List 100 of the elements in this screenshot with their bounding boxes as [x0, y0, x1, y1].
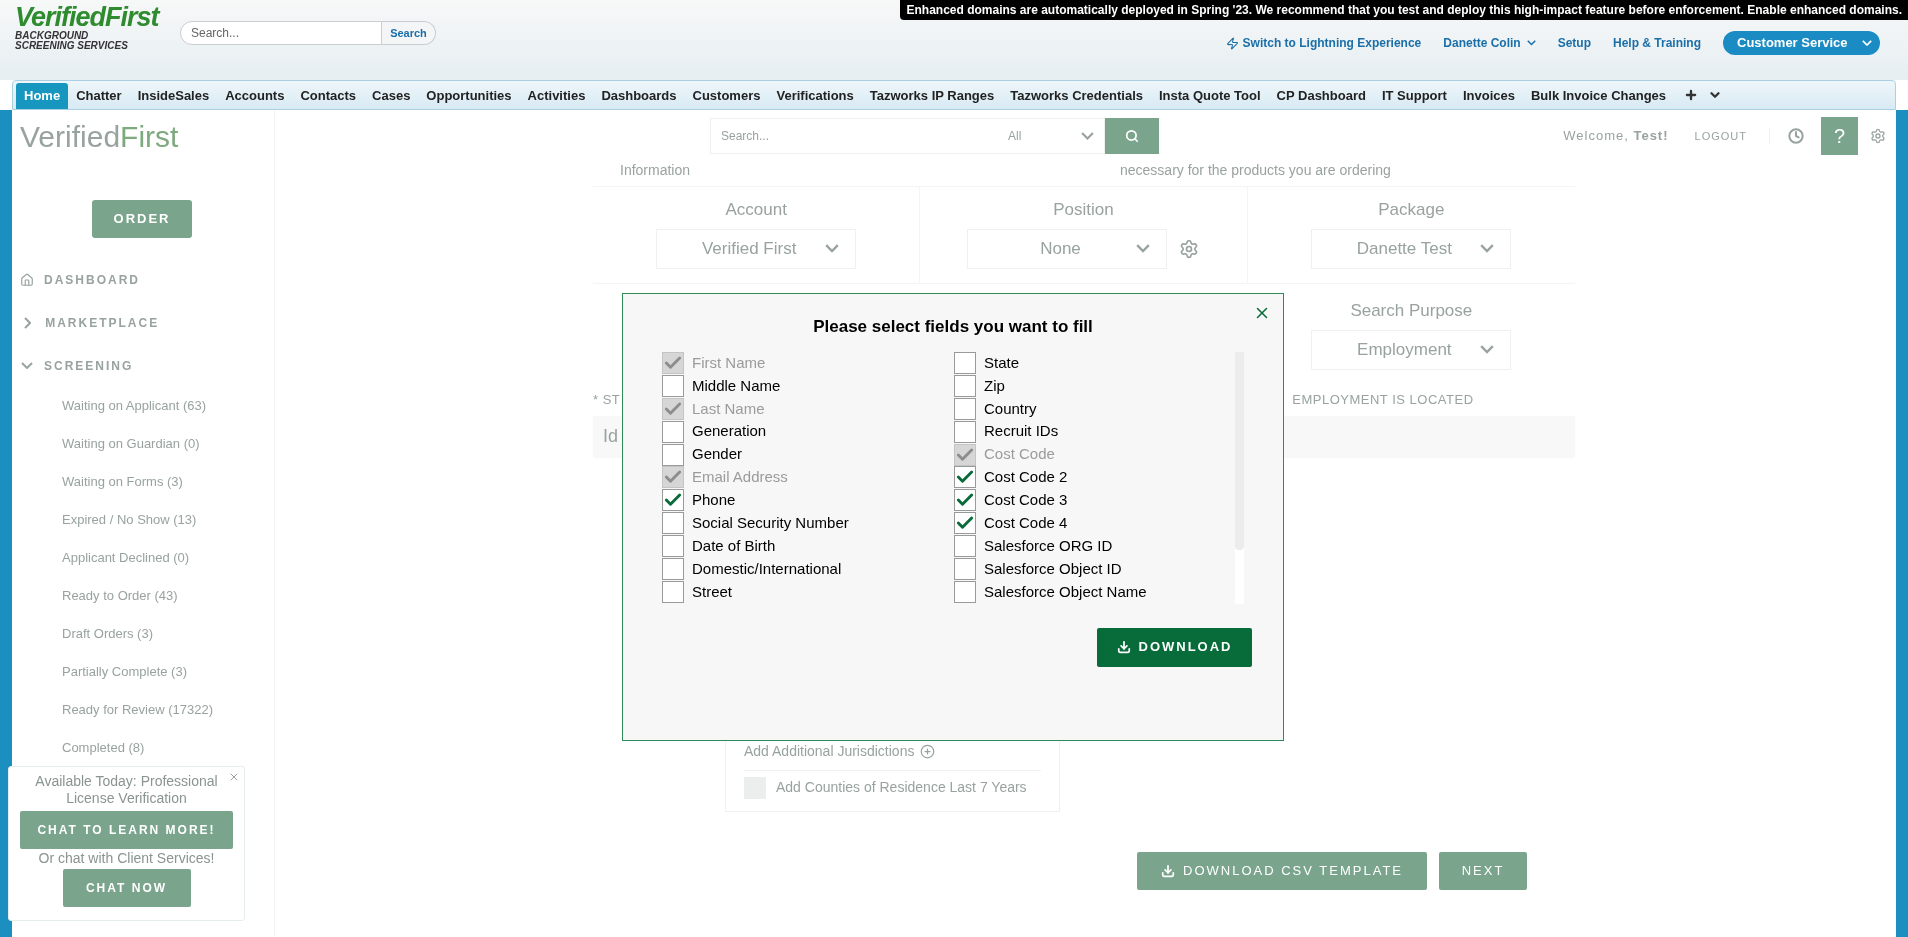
checkbox[interactable] — [662, 374, 684, 397]
checkbox[interactable] — [954, 466, 976, 489]
checkbox[interactable] — [954, 420, 976, 443]
field-label: Position — [1053, 199, 1114, 221]
lightning-link[interactable]: Switch to Lightning Experience — [1225, 34, 1422, 52]
header-link[interactable]: Help & Training — [1613, 34, 1701, 52]
sidebar-subitem[interactable]: Ready for Review (17322) — [12, 691, 274, 729]
sidebar-subitem[interactable]: Ready to Order (43) — [12, 577, 274, 615]
nav-tab[interactable]: Tazworks IP Ranges — [861, 83, 1003, 109]
nav-tab[interactable]: Opportunities — [418, 83, 520, 109]
nav-tab[interactable]: Invoices — [1454, 83, 1523, 109]
checkbox-label: Email Address — [692, 467, 788, 488]
nav-tab[interactable]: Insta Quote Tool — [1151, 83, 1269, 109]
help-button[interactable]: ? — [1821, 117, 1858, 155]
next-button[interactable]: NEXT — [1439, 851, 1527, 890]
checkbox[interactable] — [662, 420, 684, 443]
nav-tab[interactable]: Activities — [519, 83, 594, 109]
checkbox[interactable] — [954, 558, 976, 581]
settings-icon[interactable] — [1870, 128, 1886, 144]
checkbox[interactable] — [954, 397, 976, 420]
download-icon — [1116, 640, 1131, 654]
checkbox-label: Phone — [692, 490, 736, 511]
sidebar-item[interactable]: DASHBOARD — [44, 270, 140, 289]
add-jurisdictions-link[interactable]: Add Additional Jurisdictions — [744, 740, 915, 762]
header-link[interactable]: Setup — [1557, 34, 1591, 52]
chevron-down-icon — [1480, 345, 1495, 354]
notice-banner: Enhanced domains are automatically deployed in Spring '23. We recommend that you test and deploy this high-impact feature before enforcement. Enable enhanced domains. — [900, 0, 1908, 20]
nav-tab[interactable]: CP Dashboard — [1268, 83, 1374, 109]
checkbox-label: Last Name — [692, 398, 765, 419]
sidebar-subitem[interactable]: Partially Complete (3) — [12, 653, 274, 691]
download-button[interactable]: DOWNLOAD — [1097, 627, 1252, 667]
sidebar-subitem[interactable]: Applicant Declined (0) — [12, 539, 274, 577]
checkbox[interactable] — [954, 512, 976, 535]
checkbox-label: First Name — [692, 352, 766, 373]
search-field[interactable]: Search... — [180, 21, 382, 45]
intro-text: necessary for the products you are ordering — [1119, 162, 1392, 178]
checkbox-label: Date of Birth — [692, 535, 776, 556]
sidebar-subitem[interactable]: Waiting on Forms (3) — [12, 463, 274, 501]
chat-now-button[interactable]: CHAT NOW — [62, 869, 191, 907]
sidebar-item[interactable]: SCREENING — [44, 356, 134, 375]
checkbox[interactable] — [662, 512, 684, 535]
search-button[interactable]: Search — [382, 21, 436, 45]
select-field[interactable]: None — [967, 228, 1168, 269]
logout-link[interactable]: LOGOUT — [1694, 127, 1770, 145]
search-icon — [1125, 129, 1139, 143]
sidebar-subitem[interactable]: Expired / No Show (13) — [12, 501, 274, 539]
field-label: * ST — [593, 391, 621, 409]
download-csv-button[interactable]: DOWNLOAD CSV TEMPLATE — [1137, 851, 1427, 890]
checkbox[interactable] — [662, 558, 684, 581]
checkbox-label: Cost Code 4 — [984, 513, 1068, 534]
field-label: EMPLOYMENT IS LOCATED — [1292, 391, 1474, 409]
chat-learn-button[interactable]: CHAT TO LEARN MORE! — [20, 811, 233, 849]
plus-circle-icon[interactable] — [920, 743, 936, 759]
chevron-down-icon — [1136, 244, 1151, 253]
nav-tab[interactable]: Chatter — [68, 83, 130, 109]
caret-icon — [1526, 40, 1536, 46]
checkbox[interactable] — [954, 535, 976, 558]
nav-tab[interactable]: Dashboards — [593, 83, 685, 109]
clock-icon[interactable] — [1788, 128, 1804, 144]
checkbox[interactable] — [662, 581, 684, 603]
select-field[interactable]: Employment — [1311, 329, 1512, 370]
chevron-down-icon — [1480, 244, 1495, 253]
select-field[interactable]: Verified First — [656, 228, 857, 269]
order-button[interactable]: ORDER — [92, 200, 192, 238]
checkbox[interactable] — [954, 351, 976, 374]
checkbox[interactable] — [954, 374, 976, 397]
sidebar-subitem[interactable]: Waiting on Guardian (0) — [12, 425, 274, 463]
checkbox-label: Social Security Number — [692, 513, 849, 534]
logo-subtitle: BACKGROUND — [15, 31, 90, 41]
nav-tab[interactable]: Customers — [684, 83, 769, 109]
add-tab-icon[interactable] — [1684, 88, 1699, 102]
checkbox[interactable] — [662, 535, 684, 558]
checkbox[interactable] — [954, 489, 976, 512]
checkbox-label: Add Counties of Residence Last 7 Years — [776, 778, 1027, 797]
app-logo: VerifiedFirst — [20, 118, 179, 155]
nav-tab[interactable]: Home — [16, 83, 69, 109]
checkbox-label: Salesforce ORG ID — [984, 535, 1113, 556]
checkbox[interactable] — [954, 581, 976, 603]
settings-icon[interactable] — [1179, 238, 1200, 259]
nav-tab[interactable]: IT Support — [1373, 83, 1455, 109]
nav-tab[interactable]: Accounts — [217, 83, 293, 109]
close-icon[interactable] — [228, 771, 240, 783]
sidebar-item[interactable]: MARKETPLACE — [45, 313, 160, 332]
nav-tab[interactable]: Bulk Invoice Changes — [1522, 83, 1675, 109]
sidebar-subitem[interactable]: Waiting on Applicant (63) — [12, 387, 274, 425]
search-button[interactable] — [1105, 118, 1159, 154]
chat-subline: Or chat with Client Services! — [38, 849, 215, 867]
nav-tab[interactable]: InsideSales — [129, 83, 218, 109]
select-field[interactable]: Danette Test — [1311, 228, 1512, 269]
nav-tab[interactable]: Tazworks Credentials — [1002, 83, 1151, 109]
sidebar-subitem[interactable]: Completed (8) — [12, 729, 274, 767]
user-menu[interactable]: Danette Colin — [1443, 34, 1536, 52]
app-menu-button[interactable]: Customer Service — [1723, 31, 1880, 55]
nav-tab[interactable]: Verifications — [768, 83, 862, 109]
checkbox[interactable] — [662, 443, 684, 466]
nav-tab[interactable]: Cases — [364, 83, 419, 109]
nav-tab[interactable]: Contacts — [292, 83, 365, 109]
checkbox[interactable] — [662, 489, 684, 512]
sidebar-subitem[interactable]: Draft Orders (3) — [12, 615, 274, 653]
field-label: Search Purpose — [1350, 300, 1473, 322]
